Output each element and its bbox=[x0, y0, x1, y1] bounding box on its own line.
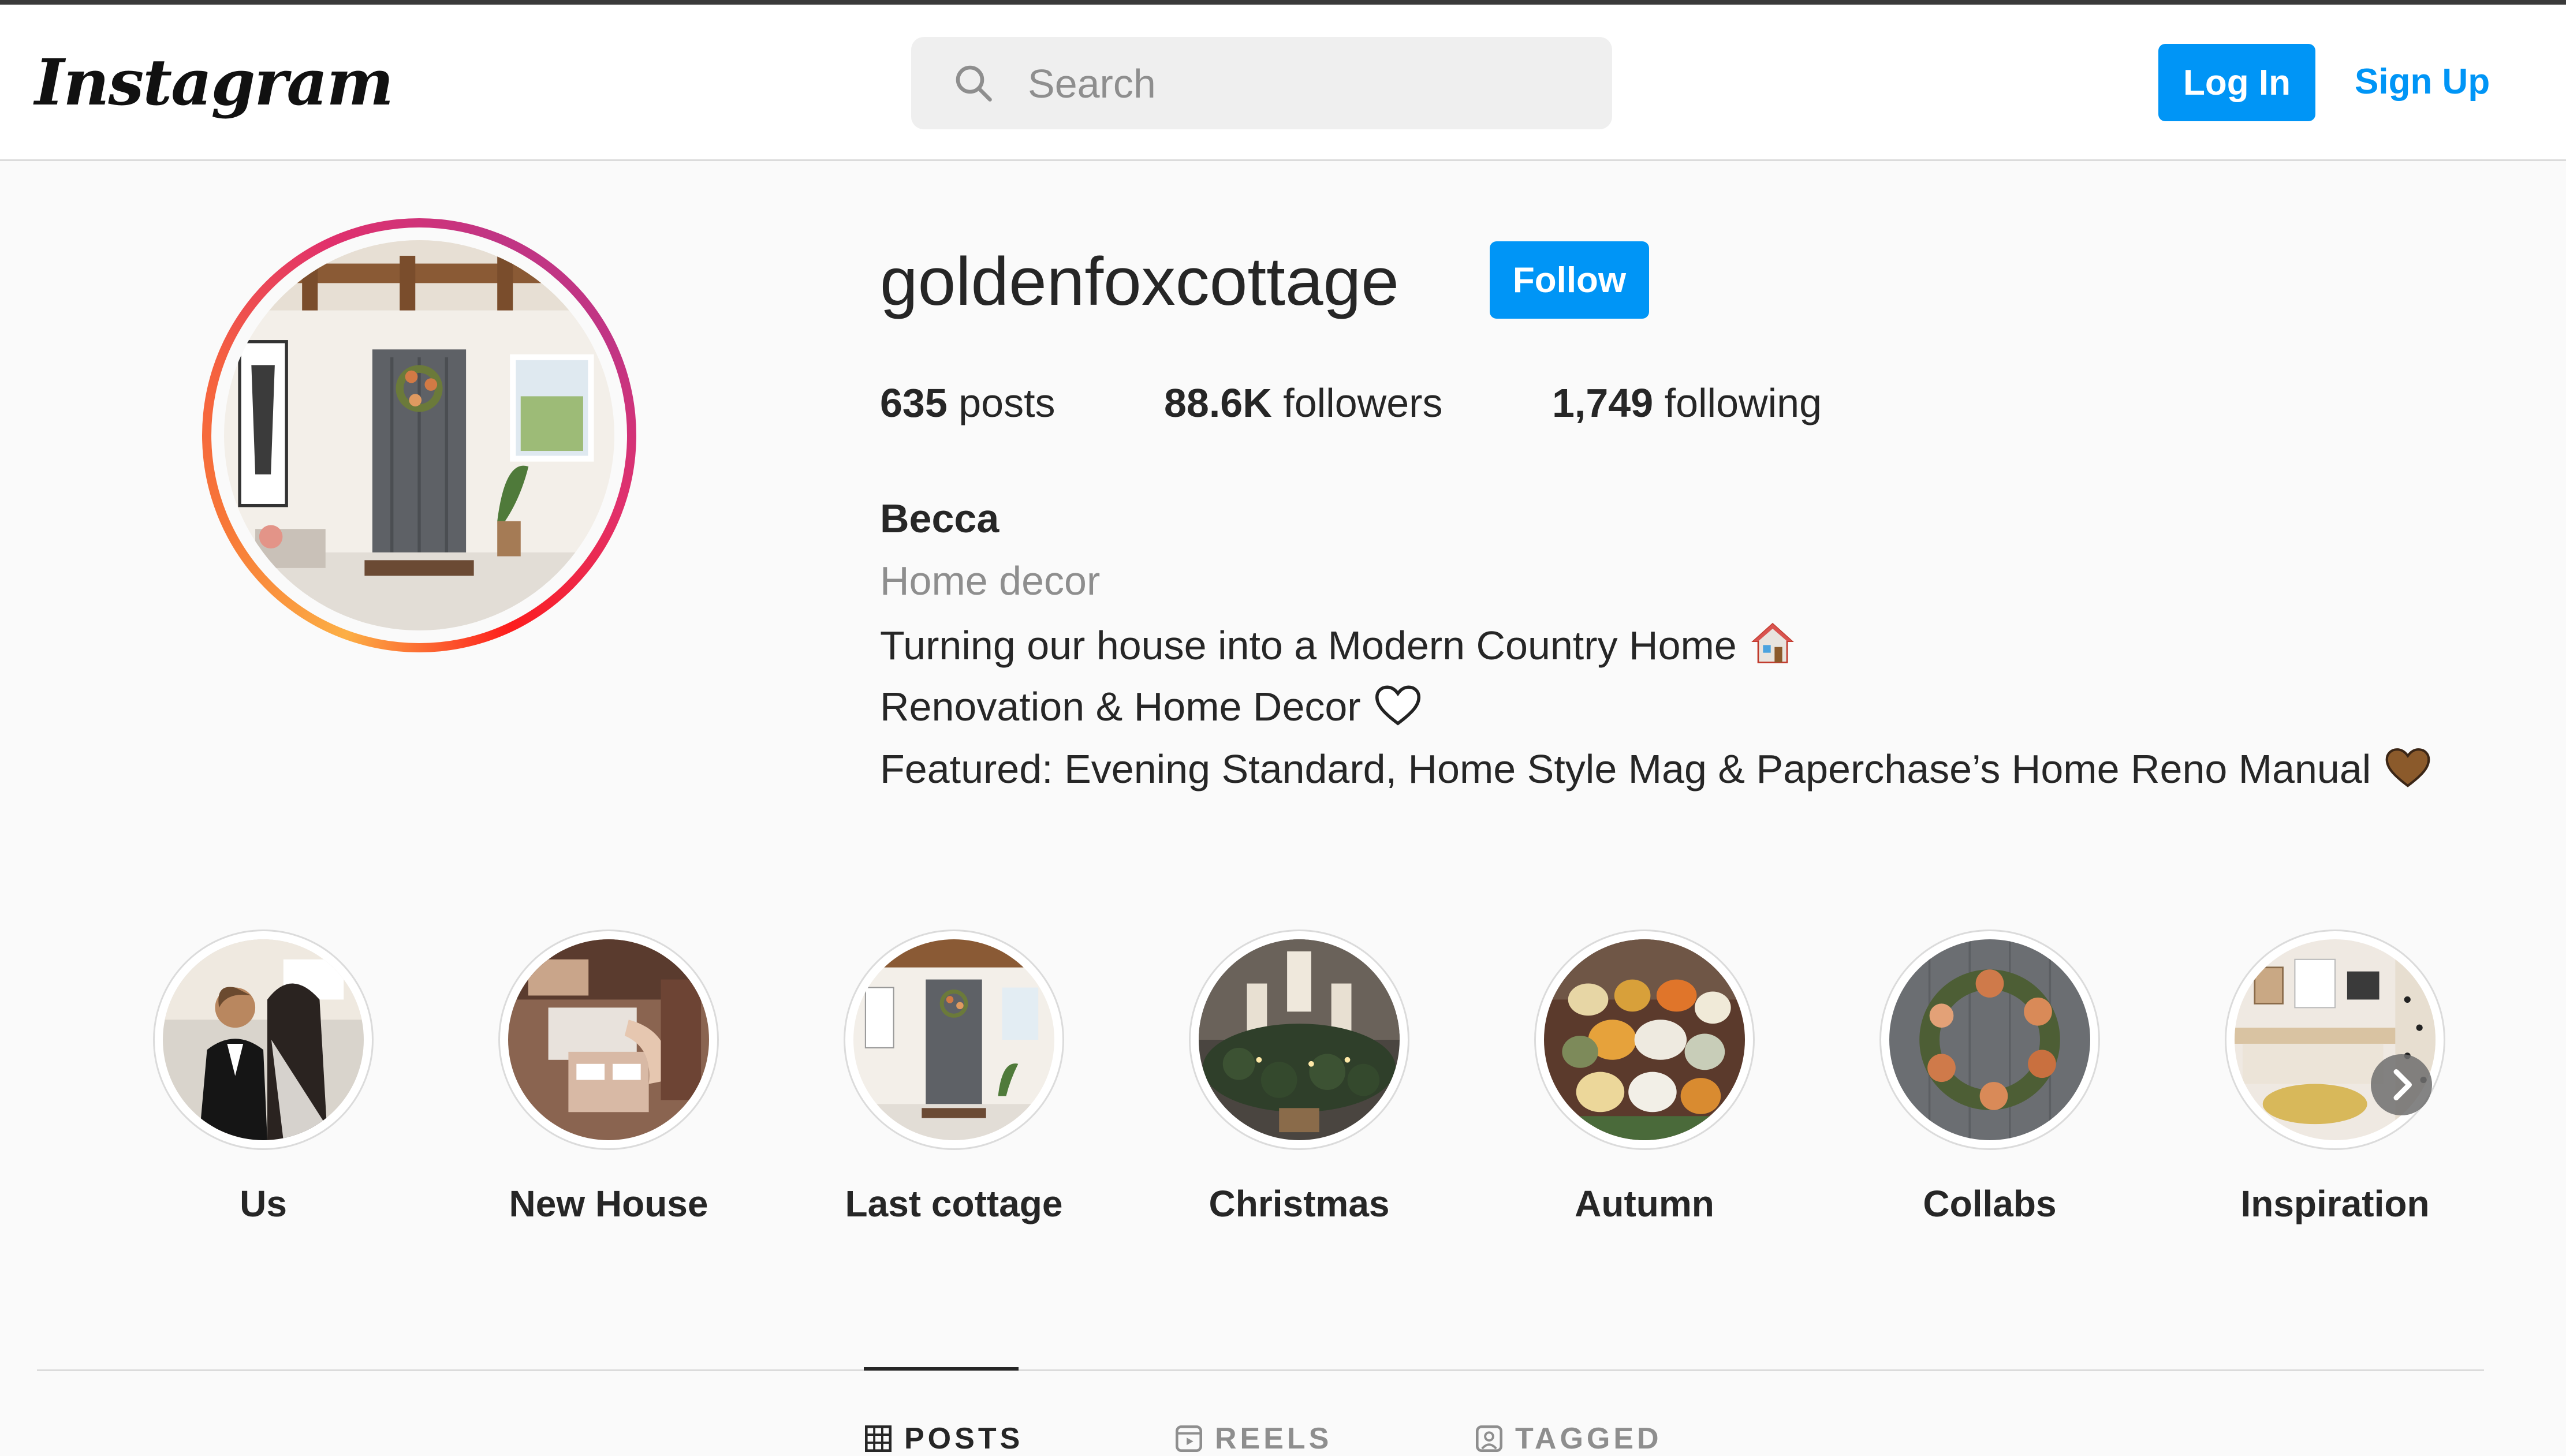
active-tab-indicator bbox=[864, 1367, 1019, 1371]
following-count: 1,749 bbox=[1552, 380, 1654, 425]
highlight-christmas[interactable]: Christmas bbox=[1184, 929, 1415, 1225]
posts-stat: 635 posts bbox=[880, 380, 1056, 426]
white-heart-icon bbox=[1374, 684, 1422, 737]
highlight-ring bbox=[153, 929, 374, 1150]
highlight-label: Us bbox=[240, 1183, 287, 1224]
search-input[interactable] bbox=[1027, 54, 1583, 113]
bio-line-1: Turning our house into a Modern Country … bbox=[880, 620, 1796, 675]
highlights-next-button[interactable] bbox=[2371, 1054, 2432, 1115]
chevron-right-icon bbox=[2393, 1069, 2412, 1100]
highlight-ring bbox=[1534, 929, 1755, 1150]
bio-category: Home decor bbox=[880, 558, 1101, 603]
highlight-image bbox=[163, 939, 364, 1140]
posts-label: posts bbox=[958, 380, 1056, 425]
posts-count: 635 bbox=[880, 380, 948, 425]
highlight-image bbox=[853, 939, 1054, 1140]
highlight-label: Autumn bbox=[1575, 1183, 1714, 1224]
search-box[interactable] bbox=[911, 37, 1612, 129]
tabs-divider bbox=[37, 1369, 2484, 1371]
highlight-label: Last cottage bbox=[845, 1183, 1063, 1224]
highlight-last-cottage[interactable]: Last cottage bbox=[838, 929, 1069, 1225]
profile-username: goldenfoxcottage bbox=[880, 244, 1399, 320]
tab-tagged-label: TAGGED bbox=[1515, 1422, 1662, 1455]
highlight-collabs[interactable]: Collabs bbox=[1874, 929, 2105, 1225]
house-icon bbox=[1750, 620, 1796, 675]
highlight-label: Christmas bbox=[1209, 1183, 1390, 1224]
tab-reels-label: REELS bbox=[1215, 1422, 1333, 1455]
bio-line-2: Renovation & Home Decor bbox=[880, 684, 1422, 737]
brown-heart-icon bbox=[2384, 746, 2432, 799]
bio-line-2-text: Renovation & Home Decor bbox=[880, 684, 1361, 729]
profile-avatar[interactable] bbox=[202, 218, 636, 652]
avatar-gap bbox=[211, 227, 627, 643]
followers-count: 88.6K bbox=[1164, 380, 1272, 425]
highlight-image bbox=[1544, 939, 1745, 1140]
following-stat[interactable]: 1,749 following bbox=[1552, 380, 1822, 426]
bio-line-3: Featured: Evening Standard, Home Style M… bbox=[880, 746, 2432, 799]
highlight-ring bbox=[844, 929, 1064, 1150]
tab-tagged[interactable]: TAGGED bbox=[1476, 1421, 1662, 1456]
highlight-new-house[interactable]: New House bbox=[493, 929, 724, 1225]
followers-label: followers bbox=[1283, 380, 1443, 425]
bio-line-1-text: Turning our house into a Modern Country … bbox=[880, 623, 1737, 668]
grid-icon bbox=[865, 1425, 892, 1453]
signup-link[interactable]: Sign Up bbox=[2355, 61, 2490, 102]
highlight-ring bbox=[1879, 929, 2100, 1150]
top-navbar: Instagram Log In Sign Up bbox=[0, 5, 2566, 161]
highlight-image bbox=[1889, 939, 2090, 1140]
highlight-label: Collabs bbox=[1923, 1183, 2057, 1224]
tagged-icon bbox=[1476, 1425, 1503, 1453]
login-button[interactable]: Log In bbox=[2158, 44, 2315, 121]
highlight-us[interactable]: Us bbox=[148, 929, 379, 1225]
followers-stat[interactable]: 88.6K followers bbox=[1164, 380, 1442, 426]
highlight-ring bbox=[2225, 929, 2445, 1150]
bio-name: Becca bbox=[880, 496, 999, 541]
window-top-edge bbox=[0, 0, 2566, 5]
following-label: following bbox=[1664, 380, 1822, 425]
highlight-ring bbox=[498, 929, 719, 1150]
follow-button[interactable]: Follow bbox=[1490, 241, 1649, 319]
highlight-image bbox=[508, 939, 709, 1140]
search-icon bbox=[956, 65, 992, 102]
tab-posts-label: POSTS bbox=[904, 1422, 1024, 1455]
highlight-image bbox=[1199, 939, 1400, 1140]
highlight-ring bbox=[1189, 929, 1409, 1150]
highlight-label: New House bbox=[509, 1183, 708, 1224]
reels-icon bbox=[1176, 1425, 1203, 1453]
highlight-label: Inspiration bbox=[2240, 1183, 2430, 1224]
avatar-image bbox=[224, 240, 614, 630]
bio-line-3-text: Featured: Evening Standard, Home Style M… bbox=[880, 746, 2371, 792]
tab-posts[interactable]: POSTS bbox=[865, 1421, 1023, 1456]
instagram-logo[interactable]: Instagram bbox=[35, 45, 394, 120]
tab-reels[interactable]: REELS bbox=[1176, 1421, 1332, 1456]
highlight-autumn[interactable]: Autumn bbox=[1529, 929, 1760, 1225]
